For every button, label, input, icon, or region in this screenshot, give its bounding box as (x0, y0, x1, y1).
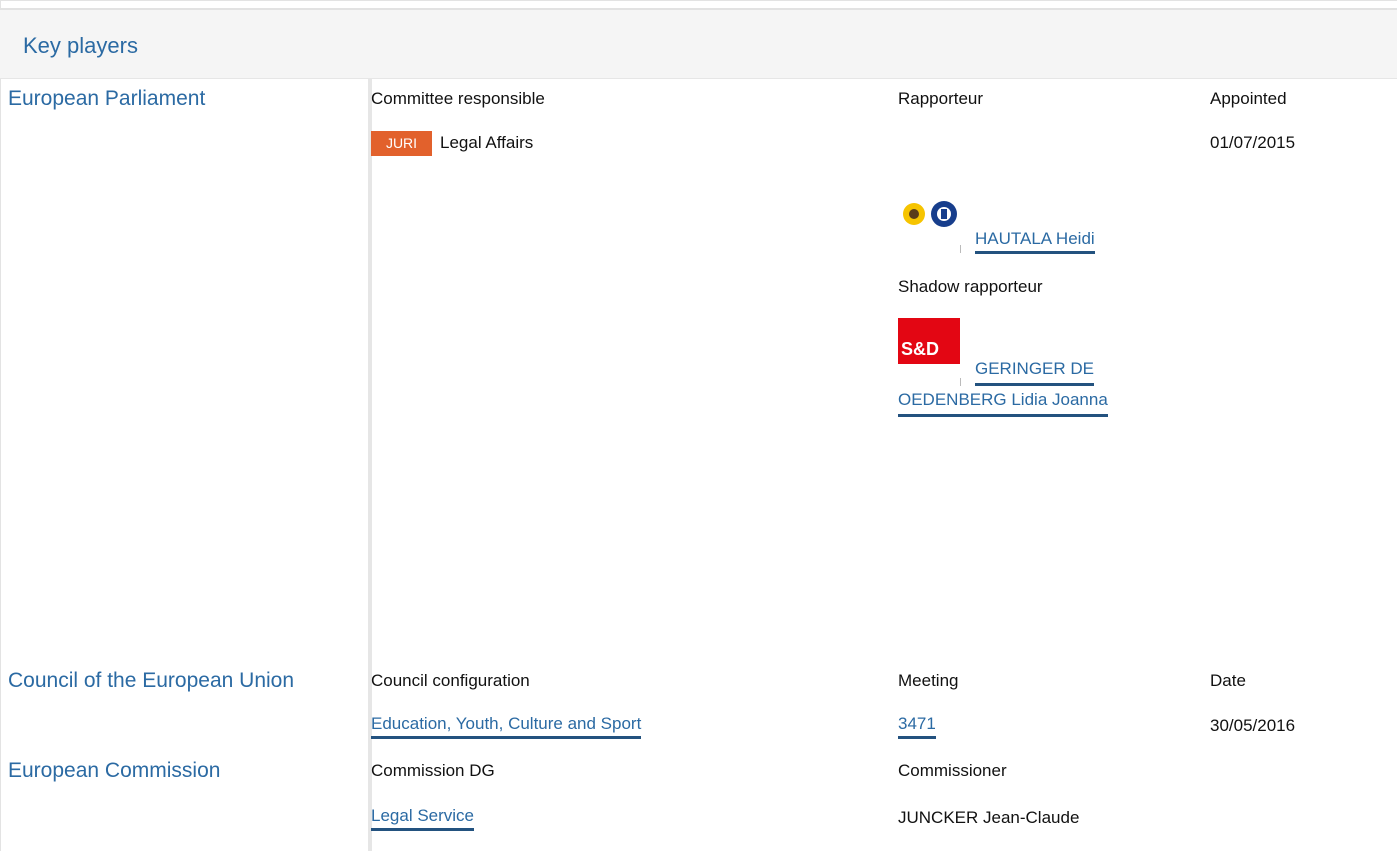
council-configuration-header: Council configuration (371, 671, 530, 690)
shadow-rapporteur-label: Shadow rapporteur (898, 277, 1043, 296)
section-label-commission: European Commission (8, 759, 221, 782)
section-header: Key players (0, 8, 1397, 79)
section-label-council: Council of the European Union (8, 669, 295, 692)
section-label-parliament: European Parliament (8, 87, 206, 110)
link-marker (960, 245, 961, 253)
page-frame (0, 0, 1397, 851)
page-title: Key players (23, 33, 138, 58)
commission-dg-header: Commission DG (371, 761, 495, 780)
committee-responsible-header: Committee responsible (371, 89, 545, 108)
committee-badge[interactable]: JURI (371, 131, 432, 156)
appointed-header: Appointed (1210, 89, 1287, 108)
rapporteur-header: Rapporteur (898, 89, 984, 108)
rapporteur-link[interactable]: HAUTALA Heidi (975, 229, 1095, 254)
shadow-name-line2[interactable]: OEDENBERG Lidia Joanna (898, 386, 1108, 417)
meeting-date: 30/05/2016 (1210, 716, 1296, 735)
appointed-date: 01/07/2015 (1210, 133, 1296, 152)
meeting-header: Meeting (898, 671, 959, 690)
commission-dg-link[interactable]: Legal Service (371, 806, 475, 831)
commissioner-name: JUNCKER Jean-Claude (898, 808, 1080, 827)
date-header: Date (1210, 671, 1246, 690)
meeting-link[interactable]: 3471 (898, 714, 936, 739)
shadow-rapporteur-link[interactable]: GERINGER DE OEDENBERG Lidia Joanna (898, 355, 1108, 417)
committee-name: Legal Affairs (440, 133, 534, 152)
greens-efa-group-icon (903, 201, 957, 227)
commissioner-header: Commissioner (898, 761, 1007, 780)
council-configuration-link[interactable]: Education, Youth, Culture and Sport (371, 714, 642, 739)
shadow-name-line1[interactable]: GERINGER DE (975, 355, 1095, 386)
